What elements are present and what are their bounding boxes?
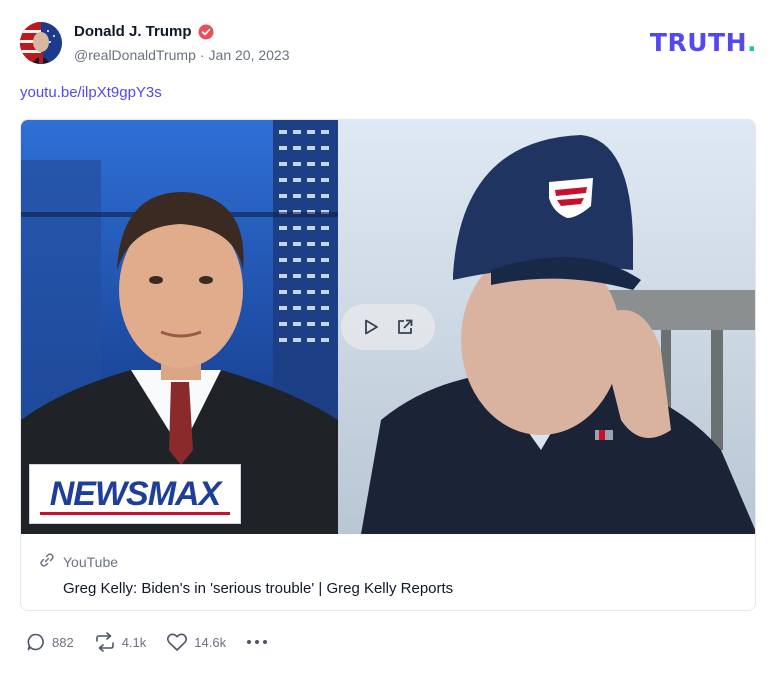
newsmax-logo: NEWSMAX xyxy=(29,464,241,524)
author-handle[interactable]: @realDonaldTrump xyxy=(74,47,196,63)
author-row: Donald J. Trump xyxy=(74,23,214,40)
meta-separator: · xyxy=(199,47,205,63)
newsmax-underline xyxy=(40,512,230,515)
play-icon[interactable] xyxy=(362,318,380,336)
link-preview-card[interactable]: NEWSMAX YouTube Greg Kelly: Biden's in '… xyxy=(20,119,756,611)
newsmax-logo-text: NEWSMAX xyxy=(49,474,222,513)
card-footer: YouTube Greg Kelly: Biden's in 'serious … xyxy=(21,534,755,610)
embed-title[interactable]: Greg Kelly: Biden's in 'serious trouble'… xyxy=(63,580,737,597)
media-controls xyxy=(341,304,435,350)
post-actions: 882 4.1k 14.6k xyxy=(26,632,268,652)
post-link[interactable]: youtu.be/ilpXt9gpY3s xyxy=(20,84,162,101)
truth-logo[interactable]: TRUTH. xyxy=(650,28,757,57)
author-name[interactable]: Donald J. Trump xyxy=(74,23,192,40)
like-count: 14.6k xyxy=(194,634,227,650)
retruth-button[interactable]: 4.1k xyxy=(94,632,147,652)
post-date[interactable]: Jan 20, 2023 xyxy=(209,47,290,63)
reply-count: 882 xyxy=(52,634,74,650)
brand-wordmark: TRUTH xyxy=(649,28,747,57)
source-row: YouTube xyxy=(39,552,737,571)
embed-source: YouTube xyxy=(63,553,119,570)
more-icon xyxy=(246,639,268,645)
reply-button[interactable]: 882 xyxy=(26,632,74,652)
heart-icon xyxy=(166,632,188,652)
external-link-icon[interactable] xyxy=(396,318,414,336)
link-icon xyxy=(39,552,55,571)
retruth-count: 4.1k xyxy=(121,634,147,650)
retruth-icon xyxy=(94,632,116,652)
avatar[interactable] xyxy=(20,22,62,64)
more-options-button[interactable] xyxy=(246,639,268,645)
like-button[interactable]: 14.6k xyxy=(166,632,226,652)
verified-badge-icon xyxy=(198,24,214,40)
brand-dot: . xyxy=(747,28,757,57)
comment-icon xyxy=(26,632,46,652)
post-meta: @realDonaldTrump · Jan 20, 2023 xyxy=(74,47,290,63)
video-thumbnail[interactable]: NEWSMAX xyxy=(21,120,755,534)
